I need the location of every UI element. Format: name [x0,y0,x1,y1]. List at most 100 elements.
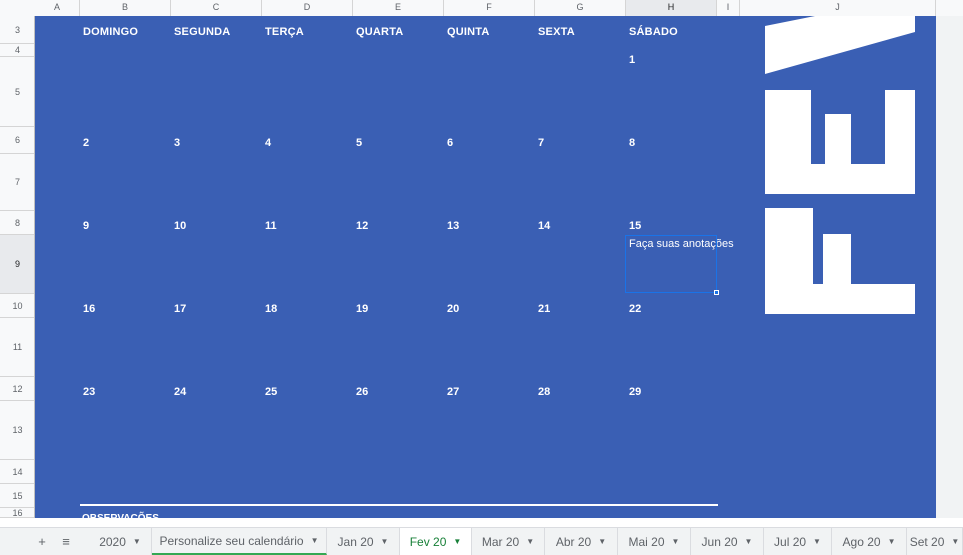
day-number[interactable]: 2 [83,137,89,149]
row-header-14[interactable]: 14 [0,460,34,484]
day-name-header: QUINTA [447,26,490,38]
row-header-10[interactable]: 10 [0,294,34,318]
day-number[interactable]: 22 [629,303,641,315]
sheet-tab[interactable]: Jan 20 ▼ [327,528,400,555]
day-number[interactable]: 14 [538,220,550,232]
sheet-tab-label: Fev 20 [409,534,447,549]
row-header-12[interactable]: 12 [0,377,34,401]
caret-down-icon[interactable]: ▼ [951,537,959,546]
row-header-15[interactable]: 15 [0,484,34,508]
fill-handle[interactable] [714,290,719,295]
caret-down-icon[interactable]: ▼ [453,537,461,546]
column-header-h[interactable]: H [626,0,717,16]
column-header-a[interactable]: A [35,0,80,16]
day-number[interactable]: 10 [174,220,186,232]
row-header-13[interactable]: 13 [0,401,34,460]
sheet-tab-label: Set 20 [909,534,945,549]
sheet-tab[interactable]: Abr 20 ▼ [545,528,618,555]
sheet-tab[interactable]: Jul 20 ▼ [764,528,832,555]
day-number[interactable]: 9 [83,220,89,232]
day-number[interactable]: 27 [447,386,459,398]
row-header-11[interactable]: 11 [0,318,34,377]
day-number[interactable]: 11 [265,220,277,232]
row-header-4[interactable]: 4 [0,44,34,57]
month-title: FEV [35,16,36,17]
all-sheets-icon[interactable]: ≡ [55,528,77,555]
caret-down-icon[interactable]: ▼ [672,537,680,546]
row-header-7[interactable]: 7 [0,154,34,211]
row-header-bar: 3 4 5 6 7 8 9 10 11 12 13 14 15 16 [0,16,35,518]
day-number[interactable]: 21 [538,303,550,315]
sheet-tab-label: 2020 [99,534,126,549]
row-header-5[interactable]: 5 [0,57,34,127]
sheet-tab[interactable]: Mar 20 ▼ [472,528,545,555]
sheet-tab-label: Jun 20 [701,534,738,549]
column-header-e[interactable]: E [353,0,444,16]
month-title-graphic [765,16,915,314]
day-number[interactable]: 18 [265,303,277,315]
day-name-header: QUARTA [356,26,404,38]
day-name-header: SEGUNDA [174,26,231,38]
sheet-tab-label: Mar 20 [481,534,520,549]
day-name-header: SÁBADO [629,26,678,38]
caret-down-icon[interactable]: ▼ [745,537,753,546]
day-number[interactable]: 7 [538,137,544,149]
caret-down-icon[interactable]: ▼ [526,537,534,546]
day-number[interactable]: 25 [265,386,277,398]
day-number[interactable]: 6 [447,137,453,149]
row-header-6[interactable]: 6 [0,127,34,154]
add-sheet-icon[interactable]: + [31,528,53,555]
day-number[interactable]: 15 [629,220,641,232]
column-header-c[interactable]: C [171,0,262,16]
caret-down-icon[interactable]: ▼ [381,537,389,546]
sheet-tab[interactable]: Personalize seu calendário ▼ [152,528,327,555]
column-header-i[interactable]: I [717,0,740,16]
day-number[interactable]: 29 [629,386,641,398]
row-header-8[interactable]: 8 [0,211,34,235]
day-number[interactable]: 8 [629,137,635,149]
observations-label: OBSERVAÇÕES [82,513,159,518]
day-number[interactable]: 23 [83,386,95,398]
sheet-tab-bar: + ≡ 2020 ▼ Personalize seu calendário ▼ Jan … [0,527,963,555]
column-header-j[interactable]: J [740,0,936,16]
right-gutter [936,16,963,518]
day-name-header: DOMINGO [83,26,139,38]
day-number[interactable]: 1 [629,54,635,66]
sheet-tab-label: Personalize seu calendário [159,533,304,548]
column-header-bar: ABCDEFGHIJ [0,0,963,17]
day-number[interactable]: 26 [356,386,368,398]
sheet-tab-label: Ago 20 [842,534,881,549]
day-number[interactable]: 16 [83,303,95,315]
column-header-g[interactable]: G [535,0,626,16]
row-header-16[interactable]: 16 [0,508,34,518]
day-number[interactable]: 19 [356,303,368,315]
sheet-tab[interactable]: Mai 20 ▼ [618,528,691,555]
column-header-d[interactable]: D [262,0,353,16]
day-number[interactable]: 13 [447,220,459,232]
selected-cell-outline[interactable] [625,235,717,293]
sheet-tab-label: Mai 20 [628,534,665,549]
sheet-tab[interactable]: Jun 20 ▼ [691,528,764,555]
day-number[interactable]: 4 [265,137,271,149]
column-header-f[interactable]: F [444,0,535,16]
row-header-3[interactable]: 3 [0,16,34,44]
day-number[interactable]: 24 [174,386,186,398]
column-header-b[interactable]: B [80,0,171,16]
sheet-tab[interactable]: Fev 20 ▼ [400,528,472,555]
caret-down-icon[interactable]: ▼ [311,536,319,545]
day-number[interactable]: 20 [447,303,459,315]
day-number[interactable]: 5 [356,137,362,149]
row-header-9[interactable]: 9 [0,235,34,294]
day-number[interactable]: 3 [174,137,180,149]
sheet-tab[interactable]: Set 20 ▼ [907,528,963,555]
calendar-canvas[interactable]: DOMINGO SEGUNDA TERÇA QUARTA QUINTA SEXTA SÁBA… [35,16,936,518]
caret-down-icon[interactable]: ▼ [133,537,141,546]
caret-down-icon[interactable]: ▼ [888,537,896,546]
day-number[interactable]: 17 [174,303,186,315]
sheet-tab[interactable]: 2020 ▼ [89,528,152,555]
day-number[interactable]: 28 [538,386,550,398]
caret-down-icon[interactable]: ▼ [813,537,821,546]
sheet-tab[interactable]: Ago 20 ▼ [832,528,907,555]
caret-down-icon[interactable]: ▼ [598,537,606,546]
day-number[interactable]: 12 [356,220,368,232]
